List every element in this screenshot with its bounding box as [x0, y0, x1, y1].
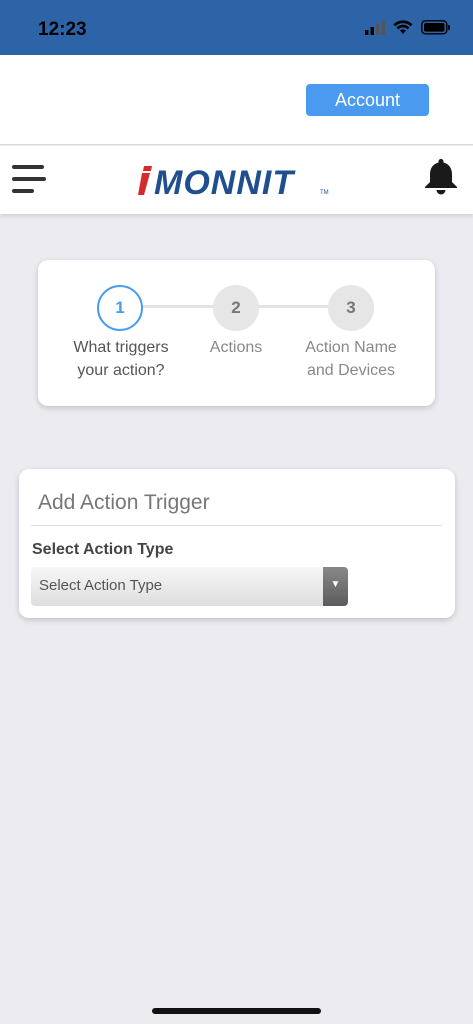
card-title: Add Action Trigger	[38, 491, 210, 514]
svg-text:MONNIT: MONNIT	[154, 164, 296, 197]
step-2-label: Actions	[209, 339, 263, 356]
account-bar: Account	[0, 55, 473, 145]
cellular-signal-icon	[365, 20, 385, 35]
status-icons	[365, 20, 451, 35]
select-action-type-label: Select Action Type	[32, 541, 174, 558]
wifi-icon	[393, 20, 413, 34]
select-value: Select Action Type	[39, 577, 163, 594]
home-indicator	[152, 1008, 321, 1014]
step-3-circle[interactable]: 3	[328, 285, 374, 331]
svg-text:TM: TM	[320, 190, 329, 196]
step-2-circle[interactable]: 2	[213, 285, 259, 331]
step-3-label: Action Name and Devices	[305, 339, 397, 379]
monnit-logo: MONNIT TM	[138, 163, 330, 202]
status-time: 12:23	[38, 19, 87, 40]
step-1-circle[interactable]: 1	[97, 285, 143, 331]
add-action-trigger-card: Add Action Trigger Select Action Type Se…	[19, 469, 455, 618]
notification-bell-icon[interactable]	[421, 156, 461, 201]
stepper-card: 1 2 3 What triggers your action? Actions…	[38, 260, 435, 406]
step-1-label: What triggers your action?	[73, 339, 169, 379]
battery-icon	[421, 20, 450, 35]
divider	[31, 525, 442, 526]
status-bar: 12:23	[0, 0, 473, 55]
account-button[interactable]: Account	[306, 84, 429, 116]
hamburger-menu-icon[interactable]	[12, 165, 46, 195]
chevron-down-icon[interactable]: ▼	[323, 567, 348, 606]
action-type-select[interactable]: Select Action Type ▼	[31, 567, 348, 606]
